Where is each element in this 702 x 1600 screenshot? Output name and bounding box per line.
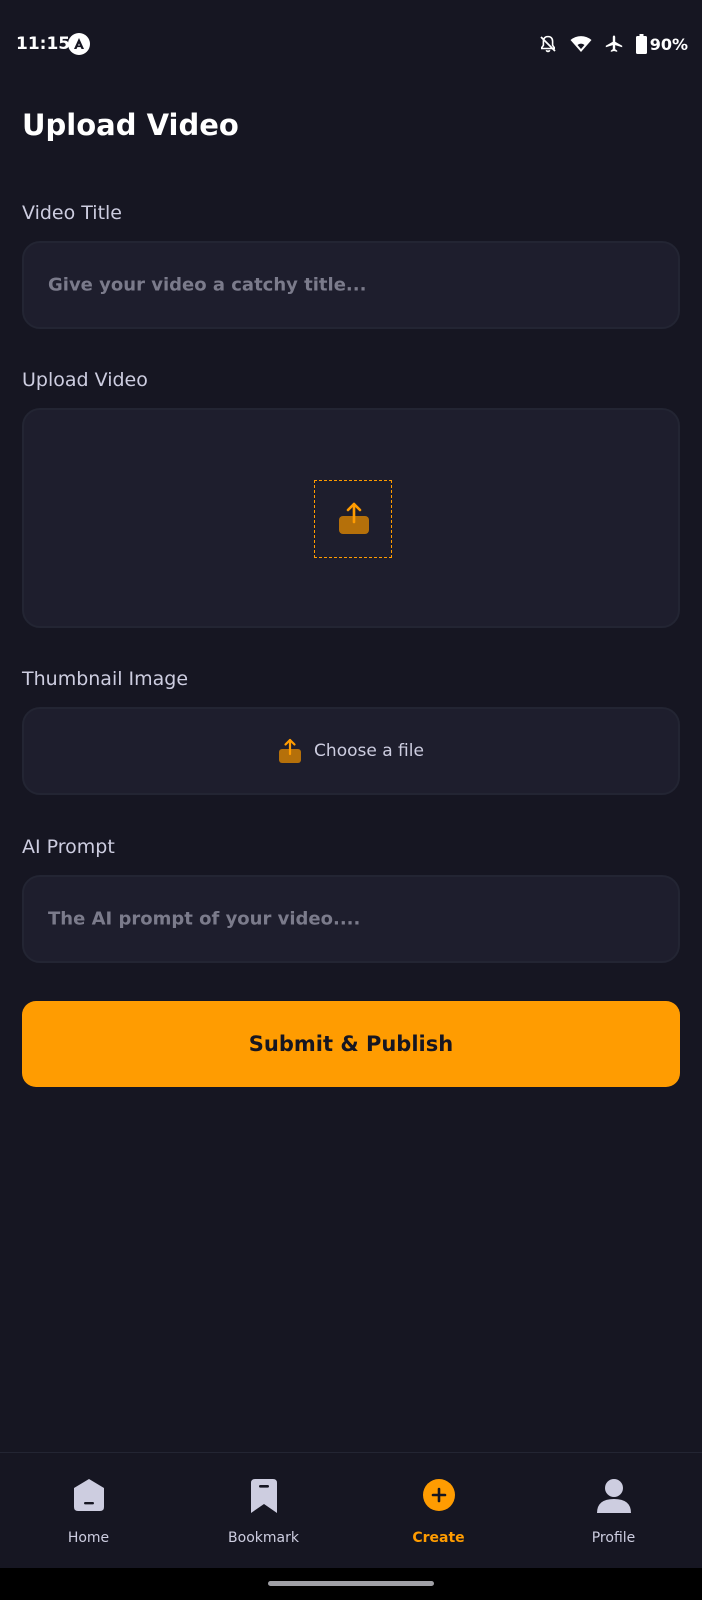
video-title-placeholder: Give your video a catchy title... xyxy=(48,274,367,296)
page-title: Upload Video xyxy=(22,108,239,142)
ai-prompt-label: AI Prompt xyxy=(22,836,115,858)
wifi-icon xyxy=(570,35,592,53)
status-time: 11:15 xyxy=(16,34,71,54)
status-bar: 11:15 90% xyxy=(0,0,702,88)
battery-indicator: 90% xyxy=(635,34,688,54)
submit-publish-button[interactable]: Submit & Publish xyxy=(22,1001,680,1087)
upload-video-label: Upload Video xyxy=(22,369,148,391)
thumbnail-label: Thumbnail Image xyxy=(22,668,189,690)
bell-off-icon xyxy=(538,34,558,54)
choose-file-text: Choose a file xyxy=(314,741,424,761)
status-icons: 90% xyxy=(538,32,688,56)
battery-icon xyxy=(635,34,647,54)
home-gesture-handle[interactable] xyxy=(268,1581,434,1586)
video-title-label: Video Title xyxy=(22,202,122,224)
tab-home-label: Home xyxy=(67,1530,110,1546)
battery-percentage: 90% xyxy=(649,34,688,54)
video-title-input[interactable]: Give your video a catchy title... xyxy=(22,241,680,329)
thumbnail-picker-content: Choose a file xyxy=(24,709,678,793)
tab-create[interactable]: Create xyxy=(351,1453,526,1569)
upload-video-dropzone[interactable] xyxy=(22,408,680,628)
ai-prompt-input[interactable]: The AI prompt of your video.... xyxy=(22,875,680,963)
tab-profile[interactable]: Profile xyxy=(526,1453,701,1569)
tab-create-label: Create xyxy=(412,1530,465,1546)
tab-bookmark[interactable]: Bookmark xyxy=(176,1453,351,1569)
upload-video-screen: 11:15 90% Upload Video Video Title Give … xyxy=(0,0,702,1600)
system-navigation-bar xyxy=(0,1568,702,1600)
upload-icon xyxy=(278,738,302,764)
tab-profile-label: Profile xyxy=(591,1530,636,1546)
airplane-icon xyxy=(604,34,624,54)
tab-bookmark-label: Bookmark xyxy=(228,1530,299,1546)
tab-home[interactable]: Home xyxy=(1,1453,176,1569)
bottom-tab-bar: Home Bookmark Create Profile xyxy=(0,1452,702,1568)
ai-prompt-placeholder: The AI prompt of your video.... xyxy=(48,908,361,930)
thumbnail-picker[interactable]: Choose a file xyxy=(22,707,680,795)
app-notification-icon xyxy=(68,33,90,55)
upload-video-target[interactable] xyxy=(314,480,392,558)
